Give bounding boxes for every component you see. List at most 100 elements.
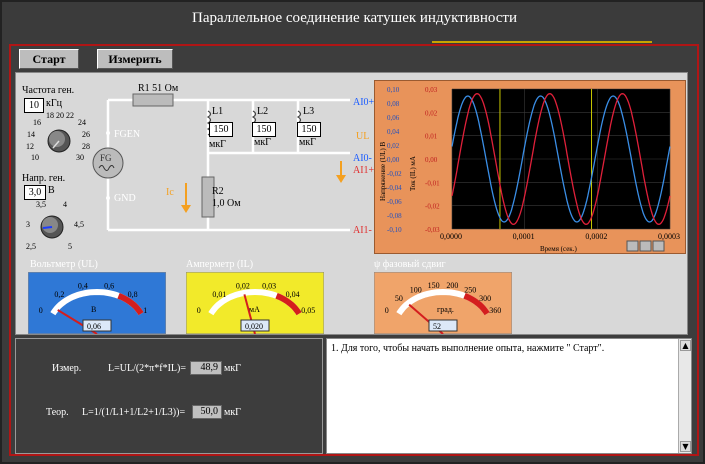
y-right-tick-label: -0,01 — [425, 179, 440, 187]
oscilloscope-chart: 0,0000 0,0001 0,0002 0,0003 0,10 0,08 0,06 0,04… — [379, 86, 680, 253]
message-text: 1. Для того, чтобы начать выполнение опы… — [331, 343, 605, 354]
meter-scale-label: 0 — [39, 306, 43, 315]
y-left-axis-label: Напряжение (UL) В — [379, 142, 387, 201]
meas-formula: L=UL/(2*π*f*IL)= — [108, 363, 186, 374]
circuit-diagram: FG — [92, 93, 350, 232]
l3-label: L3 — [303, 106, 315, 117]
meter-scale-label: 50 — [395, 294, 403, 303]
voltmeter-label: Вольтметр (UL) — [30, 259, 98, 270]
meter-scale-label: 0,05 — [301, 306, 315, 315]
freq-unit: кГц — [46, 98, 62, 109]
volt-scale-3: 3 — [26, 220, 30, 229]
oscilloscope-panel: 0,0000 0,0001 0,0002 0,0003 0,10 0,08 0,06 0,04… — [374, 80, 686, 254]
theor-unit: мкГ — [224, 407, 241, 418]
r2-value: 1,0 Ом — [212, 198, 241, 209]
l2-label: L2 — [257, 106, 269, 117]
meter-scale-label: 150 — [428, 281, 440, 290]
meter-scale-label: 0 — [385, 306, 389, 315]
y-left-tick-label: 0,08 — [387, 100, 400, 108]
y-left-tick-label: -0,02 — [387, 170, 402, 178]
meas-unit: мкГ — [224, 363, 241, 374]
meter-scale-label: 0,02 — [236, 281, 250, 290]
window-title: Параллельное соединение катушек индуктив… — [192, 10, 517, 26]
meter-unit: град. — [437, 305, 454, 314]
start-button[interactable]: Старт — [19, 49, 79, 69]
chart-tool-icon — [652, 240, 665, 252]
meter-scale-label: 200 — [446, 281, 458, 290]
r1-label: R1 51 Ом — [138, 83, 179, 94]
l3-input[interactable]: 150 — [297, 122, 321, 137]
voltmeter: 0 0,2 0,4 0,6 0,8 1 В 0,06 — [28, 272, 166, 334]
x-axis-label: Время (сек.) — [540, 245, 577, 253]
y-left-tick-label: -0,06 — [387, 198, 402, 206]
volt-scale-2-5: 2,5 — [26, 242, 36, 251]
meter-value: 52 — [433, 322, 441, 331]
meas-label: Измер. — [52, 363, 82, 374]
meter-scale-label: 0,6 — [104, 281, 114, 290]
message-scrollbar[interactable]: ▲ ▼ — [678, 339, 691, 453]
freq-scale-16: 16 — [33, 118, 41, 127]
l2-unit: мкГ — [254, 137, 271, 148]
app-window: Параллельное соединение катушек индуктив… — [0, 0, 705, 464]
y-right-tick-label: 0,00 — [425, 156, 438, 164]
gnd-label: GND — [114, 193, 136, 204]
freq-scale-14: 14 — [27, 130, 35, 139]
ic-label: Ic — [166, 187, 174, 198]
volt-scale-5: 5 — [68, 242, 72, 251]
l3-unit: мкГ — [299, 137, 316, 148]
y-left-tick-label: 0,04 — [387, 128, 400, 136]
l1-unit: мкГ — [209, 139, 226, 150]
phase-meter: 0 50 100 150 200 250300 360 град. 52 — [374, 272, 512, 334]
freq-scale-20: 20 — [56, 111, 64, 120]
freq-scale-12: 12 — [26, 142, 34, 151]
l2-input[interactable]: 150 — [252, 122, 276, 137]
freq-scale-24: 24 — [78, 118, 86, 127]
volt-input[interactable]: 3,0 — [24, 185, 46, 200]
volt-knob[interactable]: 3,5 4 3 4,5 2,5 5 — [16, 199, 96, 253]
fgen-label: FGEN — [114, 129, 141, 140]
y-right-tick-label: -0,03 — [425, 226, 440, 234]
meter-scale-label: 250 — [464, 285, 476, 294]
scroll-up-icon[interactable]: ▲ — [680, 340, 691, 351]
meter-scale-label: 0,4 — [78, 281, 88, 290]
l1-input[interactable]: 150 — [209, 122, 233, 137]
ammeter-label: Амперметр (IL) — [186, 259, 254, 270]
phase-label: ψ фазовый сдвиг — [374, 259, 446, 270]
y-left-tick-label: 0,00 — [387, 156, 400, 164]
meter-scale-label: 0,2 — [54, 290, 64, 299]
scroll-down-icon[interactable]: ▼ — [680, 441, 691, 452]
ai0m-label: AI0- — [353, 153, 372, 164]
y-right-tick-label: -0,02 — [425, 203, 440, 211]
x-tick-label: 0,0003 — [658, 232, 680, 241]
freq-label: Частота ген. — [22, 85, 75, 96]
x-tick-label: 0,0001 — [513, 232, 535, 241]
message-box[interactable]: 1. Для того, чтобы начать выполнение опы… — [326, 338, 692, 454]
chart-tool-icon — [639, 240, 652, 252]
meter-scale-label: 100 — [410, 285, 422, 294]
chart-tool-icon — [626, 240, 639, 252]
volt-scale-4-5: 4,5 — [74, 220, 84, 229]
meter-scale-label: 1 — [143, 306, 147, 315]
r2-label: R2 — [212, 186, 224, 197]
y-left-tick-label: -0,08 — [387, 212, 402, 220]
meter-value: 0,06 — [87, 322, 101, 331]
volt-label: Напр. ген. — [22, 173, 66, 184]
meter-scale-label: 0,8 — [128, 290, 138, 299]
volt-unit: В — [48, 185, 55, 196]
meter-unit: В — [91, 305, 96, 314]
y-right-tick-label: 0,01 — [425, 133, 438, 141]
freq-scale-18: 18 — [46, 111, 54, 120]
meter-unit: мА — [249, 305, 260, 314]
ammeter: 0 0,01 0,02 0,03 0,040,05 мА 0,020 — [186, 272, 324, 334]
freq-scale-30: 30 — [76, 153, 84, 162]
meas-value: 48,9 — [190, 361, 222, 375]
theor-formula: L=1/(1/L1+1/L2+1/L3))= — [82, 407, 186, 418]
results-panel: Измер. L=UL/(2*π*f*IL)= 48,9 мкГ Теор. L… — [15, 338, 323, 454]
ai1p-label: AI1+ — [353, 165, 375, 176]
freq-scale-22: 22 — [66, 111, 74, 120]
measure-button[interactable]: Измерить — [97, 49, 173, 69]
ai1m-label: AI1- — [353, 225, 372, 236]
l1-label: L1 — [212, 106, 224, 117]
y-right-tick-label: 0,03 — [425, 86, 438, 94]
ai0p-label: AI0+ — [353, 97, 375, 108]
